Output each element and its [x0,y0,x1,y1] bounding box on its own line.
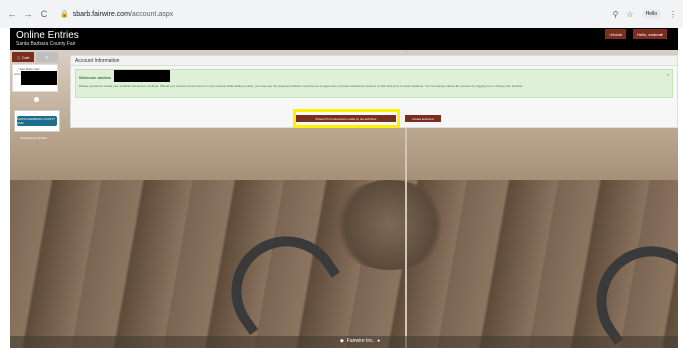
footer: ◆ Fairwire Inc. ● [10,336,678,348]
browser-menu-icon[interactable]: ⋮ [669,10,677,19]
zoom-icon[interactable]: ⚲ [613,10,619,19]
star-icon[interactable]: ☆ [626,10,633,19]
url-path: /account.aspx [129,10,174,18]
fairwire-icon[interactable]: ◆ [340,338,344,344]
redaction-box [114,70,170,82]
back-arrow-icon[interactable]: ← [6,7,18,21]
chevron-down-icon: ▾ [660,31,663,37]
url-host: sbarb.fairwire.com [72,10,130,18]
left-sidebar: 🛒Cart ✎ Your Entry Cart entries 0 total … [10,50,64,145]
instructions-text: Please proceed to create your exhibitor … [79,84,524,88]
app-header: Online Entries Santa Barbara County Fair… [10,28,678,50]
redaction-box [21,71,57,85]
create-entries-label: Create Entries [412,116,432,121]
account-information-panel: Account Information Welcome andrea Pleas… [70,55,678,128]
powered-by: Powered by Fairwire [20,136,48,140]
brand-title[interactable]: Online Entries [16,30,79,41]
address-bar[interactable]: 🔒 sbarb.fairwire.com /account.aspx [60,5,608,23]
cart-label: Cart [21,54,30,60]
carousel-dot[interactable] [34,97,39,102]
rope-coil [330,180,450,270]
footer-links: ◆ Fairwire Inc. ● [340,338,380,344]
entry-cart-card: Your Entry Cart entries 0 total [12,64,58,92]
welcome-text: Welcome andrea [79,75,111,80]
social-icon[interactable]: ● [377,338,380,344]
close-icon[interactable]: × [667,72,669,77]
edit-button[interactable]: ✎ [36,52,58,62]
fair-logo[interactable]: SANTA BARBARA COUNTY FAIR [14,110,60,132]
footer-text: Fairwire Inc. [346,338,375,344]
panel-heading: Account Information [71,56,677,66]
arrow-right-icon: ➜ [431,116,434,121]
forward-arrow-icon[interactable]: → [22,7,34,21]
create-entries-button[interactable]: Create Entries ➜ [405,115,441,122]
browser-actions: ⚲ ☆ Hello ⋮ [613,9,677,19]
home-button[interactable]: ⌂ Home [605,29,627,39]
cart-button[interactable]: 🛒 Cart [12,52,34,62]
brand-subtitle: Santa Barbara County Fair [16,41,76,47]
user-label: Hello, andrea [637,31,661,37]
fair-logo-text: SANTA BARBARA COUNTY FAIR [17,116,57,126]
highlight-box [293,109,400,128]
user-menu-button[interactable]: Hello, andrea ▾ [633,29,667,39]
profile-button[interactable]: Hello [641,9,661,19]
browser-toolbar: ← → C 🔒 sbarb.fairwire.com /account.aspx… [0,0,683,28]
pencil-icon: ✎ [45,54,49,60]
welcome-alert: Welcome andrea Please proceed to create … [75,69,673,98]
home-label: Home [611,31,623,37]
reload-icon[interactable]: C [38,7,50,21]
lock-icon: 🔒 [60,11,69,18]
